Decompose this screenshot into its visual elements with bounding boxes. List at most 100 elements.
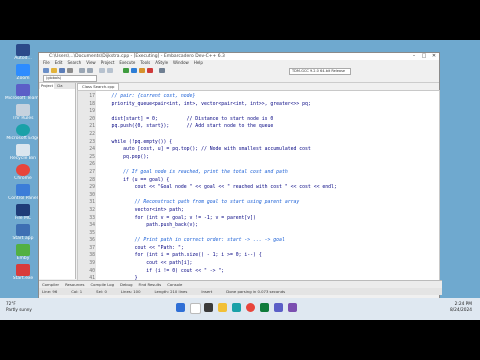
code-line[interactable]: 24 auto [cost, u] = pq.top(); // Node wi…	[89, 146, 436, 154]
letterbox-bottom	[0, 320, 480, 360]
code-line[interactable]: 19	[89, 108, 436, 116]
replace-icon[interactable]	[107, 68, 113, 73]
code-text: for (int i = path.size() - 1; i >= 0; i-…	[100, 253, 262, 259]
window-title: C:\Users\...\Documents\Dijkstra.cpp - [E…	[49, 54, 225, 59]
line-number: 25	[89, 154, 95, 160]
tab-find-results[interactable]: Find Results	[139, 281, 162, 288]
app-icon	[16, 44, 30, 56]
code-line[interactable]: 36 // Print path in correct order: start…	[89, 237, 436, 245]
clock-date: 8/24/2024	[449, 308, 472, 313]
control-panel-icon	[16, 184, 30, 196]
tab-compile-log[interactable]: Compile Log	[90, 281, 114, 288]
line-number: 21	[89, 124, 95, 130]
code-line[interactable]: 18 priority_queue<pair<int, int>, vector…	[89, 101, 436, 109]
tab-resources[interactable]: Resources	[65, 281, 84, 288]
chrome-icon[interactable]	[246, 303, 255, 312]
devcpp-icon[interactable]	[288, 303, 297, 312]
redo-icon[interactable]	[87, 68, 93, 73]
undo-icon[interactable]	[79, 68, 85, 73]
code-line[interactable]: 22	[89, 131, 436, 139]
clock[interactable]: 2:24 PM 8/24/2024	[450, 302, 472, 314]
code-editor[interactable]: 17 // pair: {current cost, node} 18 prior…	[77, 90, 440, 281]
code-text: dist[start] = 0; // Distance to start no…	[100, 116, 274, 122]
compile-run-icon[interactable]	[139, 68, 145, 73]
edge-icon[interactable]	[232, 303, 241, 312]
status-bar: Line: 96 Col: 1 Sel: 0 Lines: 100 Length…	[39, 288, 442, 295]
stop-icon[interactable]	[147, 68, 153, 73]
code-line[interactable]: 26	[89, 161, 436, 169]
edge-icon	[16, 124, 30, 136]
code-text: auto [cost, u] = pq.top(); // Node with …	[100, 147, 311, 153]
code-text: cout << path[i];	[100, 261, 193, 267]
code-text: while (!pq.empty()) {	[100, 139, 173, 145]
line-number: 18	[89, 101, 95, 107]
start-icon[interactable]	[176, 303, 185, 312]
line-number: 22	[89, 131, 95, 137]
scope-select[interactable]: (globals)	[43, 75, 97, 82]
task-view-icon[interactable]	[204, 303, 213, 312]
teams-icon[interactable]	[274, 303, 283, 312]
code-line[interactable]: 33 for (int v = goal; v != -1; v = paren…	[89, 215, 436, 223]
chrome-icon	[16, 164, 30, 176]
devcpp-window: C:\Users\...\Documents\Dijkstra.cpp - [E…	[38, 52, 442, 302]
maximize-icon[interactable]: □	[419, 53, 429, 60]
editor-tab[interactable]: Class Search.cpp	[77, 83, 120, 90]
code-line[interactable]: 34 path.push_back(v);	[89, 222, 436, 230]
search-icon[interactable]	[190, 303, 201, 314]
tab-compiler[interactable]: Compiler	[42, 281, 59, 288]
new-file-icon[interactable]	[43, 68, 49, 73]
tab-project[interactable]: Project	[40, 83, 54, 89]
code-line[interactable]: 21 pq.push({0, start}); // Add start nod…	[89, 123, 436, 131]
debug-icon[interactable]	[159, 68, 165, 73]
app-icon[interactable]	[260, 303, 269, 312]
minimize-icon[interactable]: –	[409, 53, 419, 60]
tab-console[interactable]: Console	[167, 281, 182, 288]
line-number: 36	[89, 238, 95, 244]
code-text: pq.push({0, start}); // Add start node t…	[100, 124, 274, 130]
code-line[interactable]: 35	[89, 230, 436, 238]
tab-debug[interactable]: Debug	[120, 281, 133, 288]
status-col: Col: 1	[71, 289, 83, 294]
status-sel: Sel: 0	[96, 289, 107, 294]
letterbox-top	[0, 0, 480, 40]
code-line[interactable]: 17 // pair: {current cost, node}	[89, 93, 436, 101]
line-number: 37	[89, 245, 95, 251]
app-icon	[16, 244, 30, 256]
run-icon[interactable]	[131, 68, 137, 73]
code-line[interactable]: 30	[89, 192, 436, 200]
code-line[interactable]: 37 cout << "Path: ";	[89, 245, 436, 253]
code-line[interactable]: 40 if (i != 0) cout << " -> ";	[89, 268, 436, 276]
line-number: 30	[89, 192, 95, 198]
search-icon[interactable]	[99, 68, 105, 73]
close-icon[interactable]: ✕	[429, 53, 439, 60]
file-explorer-icon[interactable]	[218, 303, 227, 312]
status-lines: Lines: 100	[120, 289, 141, 294]
status-mode: Insert	[201, 289, 213, 294]
save-all-icon[interactable]	[67, 68, 73, 73]
code-text: for (int v = goal; v != -1; v = parent[v…	[100, 215, 256, 221]
code-line[interactable]: 20 dist[start] = 0; // Distance to start…	[89, 116, 436, 124]
code-line[interactable]: 31 // Reconstruct path from goal to star…	[89, 199, 436, 207]
desktop: Autod... Zoom Microsoft Teams Thr Rules …	[0, 40, 480, 320]
code-line[interactable]: 29 cout << "Goal node " << goal << " rea…	[89, 184, 436, 192]
tab-classes[interactable]: Cla	[56, 83, 64, 89]
bottom-panel-tabs: Compiler Resources Compile Log Debug Fin…	[39, 280, 442, 288]
code-line[interactable]: 27 // If goal node is reached, print the…	[89, 169, 436, 177]
code-line[interactable]: 28 if (u == goal) {	[89, 177, 436, 185]
save-icon[interactable]	[59, 68, 65, 73]
status-line: Line: 96	[42, 289, 58, 294]
code-line[interactable]: 38 for (int i = path.size() - 1; i >= 0;…	[89, 252, 436, 260]
line-number: 33	[89, 215, 95, 221]
weather-widget[interactable]: 72°F Partly sunny	[6, 301, 32, 313]
code-line[interactable]: 39 cout << path[i];	[89, 260, 436, 268]
code-line[interactable]: 25 pq.pop();	[89, 154, 436, 162]
compile-icon[interactable]	[123, 68, 129, 73]
zoom-icon	[16, 64, 30, 76]
status-info: Done parsing in 0.073 seconds	[226, 289, 286, 294]
open-file-icon[interactable]	[51, 68, 57, 73]
line-number: 26	[89, 162, 95, 168]
line-number: 29	[89, 185, 95, 191]
compiler-select[interactable]: TDM-GCC 9.2.0 64-bit Release	[289, 68, 351, 75]
code-line[interactable]: 23 while (!pq.empty()) {	[89, 139, 436, 147]
code-line[interactable]: 32 vector<int> path;	[89, 207, 436, 215]
